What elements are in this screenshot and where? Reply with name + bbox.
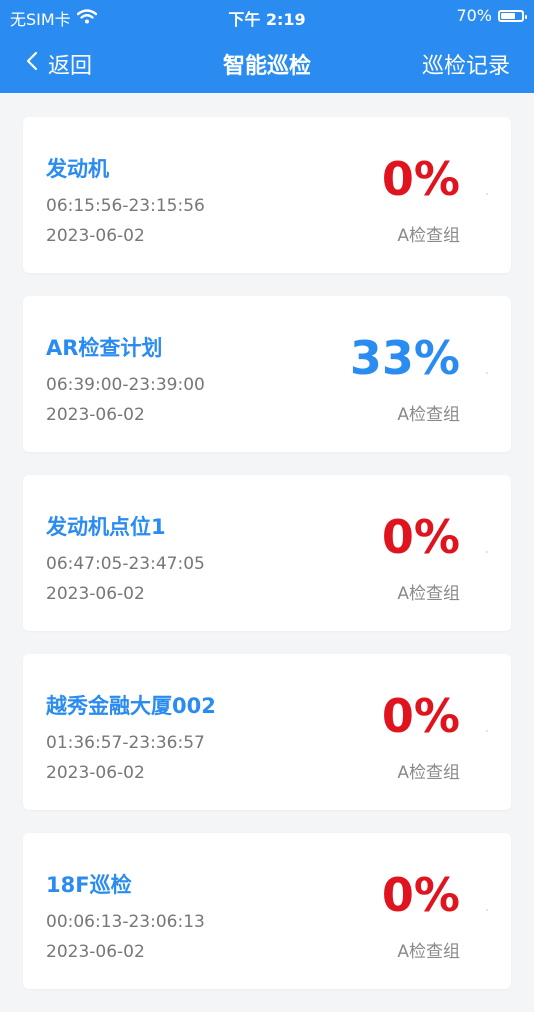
plan-time-range: 00:06:13-23:06:13 — [46, 912, 205, 932]
completion-percent: 0% — [381, 152, 460, 206]
inspection-group: A检查组 — [397, 405, 460, 425]
inspection-plan-card[interactable]: 发动机 06:15:56-23:15:56 2023-06-02 0% A检查组 — [23, 117, 511, 273]
plan-name: 18F巡检 — [46, 873, 132, 897]
app-header: 无SIM卡 下午 2:19 70% 返回 智能巡检 巡检记录 — [0, 0, 534, 93]
card-dot — [486, 372, 488, 374]
plan-name: 越秀金融大厦002 — [46, 694, 216, 718]
inspection-plan-list: 发动机 06:15:56-23:15:56 2023-06-02 0% A检查组… — [23, 117, 511, 1012]
inspection-records-button[interactable]: 巡检记录 — [422, 48, 510, 80]
plan-time-range: 01:36:57-23:36:57 — [46, 733, 205, 753]
card-dot — [486, 909, 488, 911]
plan-name: 发动机点位1 — [46, 515, 166, 539]
plan-time-range: 06:15:56-23:15:56 — [46, 196, 205, 216]
battery-icon — [498, 9, 527, 22]
battery-info: 70% — [456, 6, 527, 25]
card-dot — [486, 551, 488, 553]
inspection-group: A检查组 — [397, 584, 460, 604]
completion-percent: 0% — [381, 868, 460, 922]
inspection-plan-card[interactable]: AR检查计划 06:39:00-23:39:00 2023-06-02 33% … — [23, 296, 511, 452]
plan-date: 2023-06-02 — [46, 226, 145, 246]
plan-name: AR检查计划 — [46, 336, 163, 360]
status-time: 下午 2:19 — [228, 10, 306, 29]
inspection-plan-card[interactable]: 发动机点位1 06:47:05-23:47:05 2023-06-02 0% A… — [23, 475, 511, 631]
completion-percent: 0% — [381, 510, 460, 564]
card-dot — [486, 193, 488, 195]
status-bar: 无SIM卡 下午 2:19 70% — [0, 0, 534, 30]
plan-time-range: 06:39:00-23:39:00 — [46, 375, 205, 395]
completion-percent: 33% — [349, 331, 460, 385]
inspection-group: A检查组 — [397, 763, 460, 783]
completion-percent: 0% — [381, 689, 460, 743]
inspection-plan-card[interactable]: 18F巡检 00:06:13-23:06:13 2023-06-02 0% A检… — [23, 833, 511, 989]
plan-date: 2023-06-02 — [46, 405, 145, 425]
plan-date: 2023-06-02 — [46, 763, 145, 783]
inspection-plan-card[interactable]: 越秀金融大厦002 01:36:57-23:36:57 2023-06-02 0… — [23, 654, 511, 810]
plan-date: 2023-06-02 — [46, 584, 145, 604]
card-dot — [486, 730, 488, 732]
inspection-group: A检查组 — [397, 226, 460, 246]
plan-date: 2023-06-02 — [46, 942, 145, 962]
plan-time-range: 06:47:05-23:47:05 — [46, 554, 205, 574]
plan-name: 发动机 — [46, 157, 109, 181]
battery-percent: 70% — [456, 6, 492, 25]
nav-bar: 返回 智能巡检 巡检记录 — [0, 40, 534, 84]
